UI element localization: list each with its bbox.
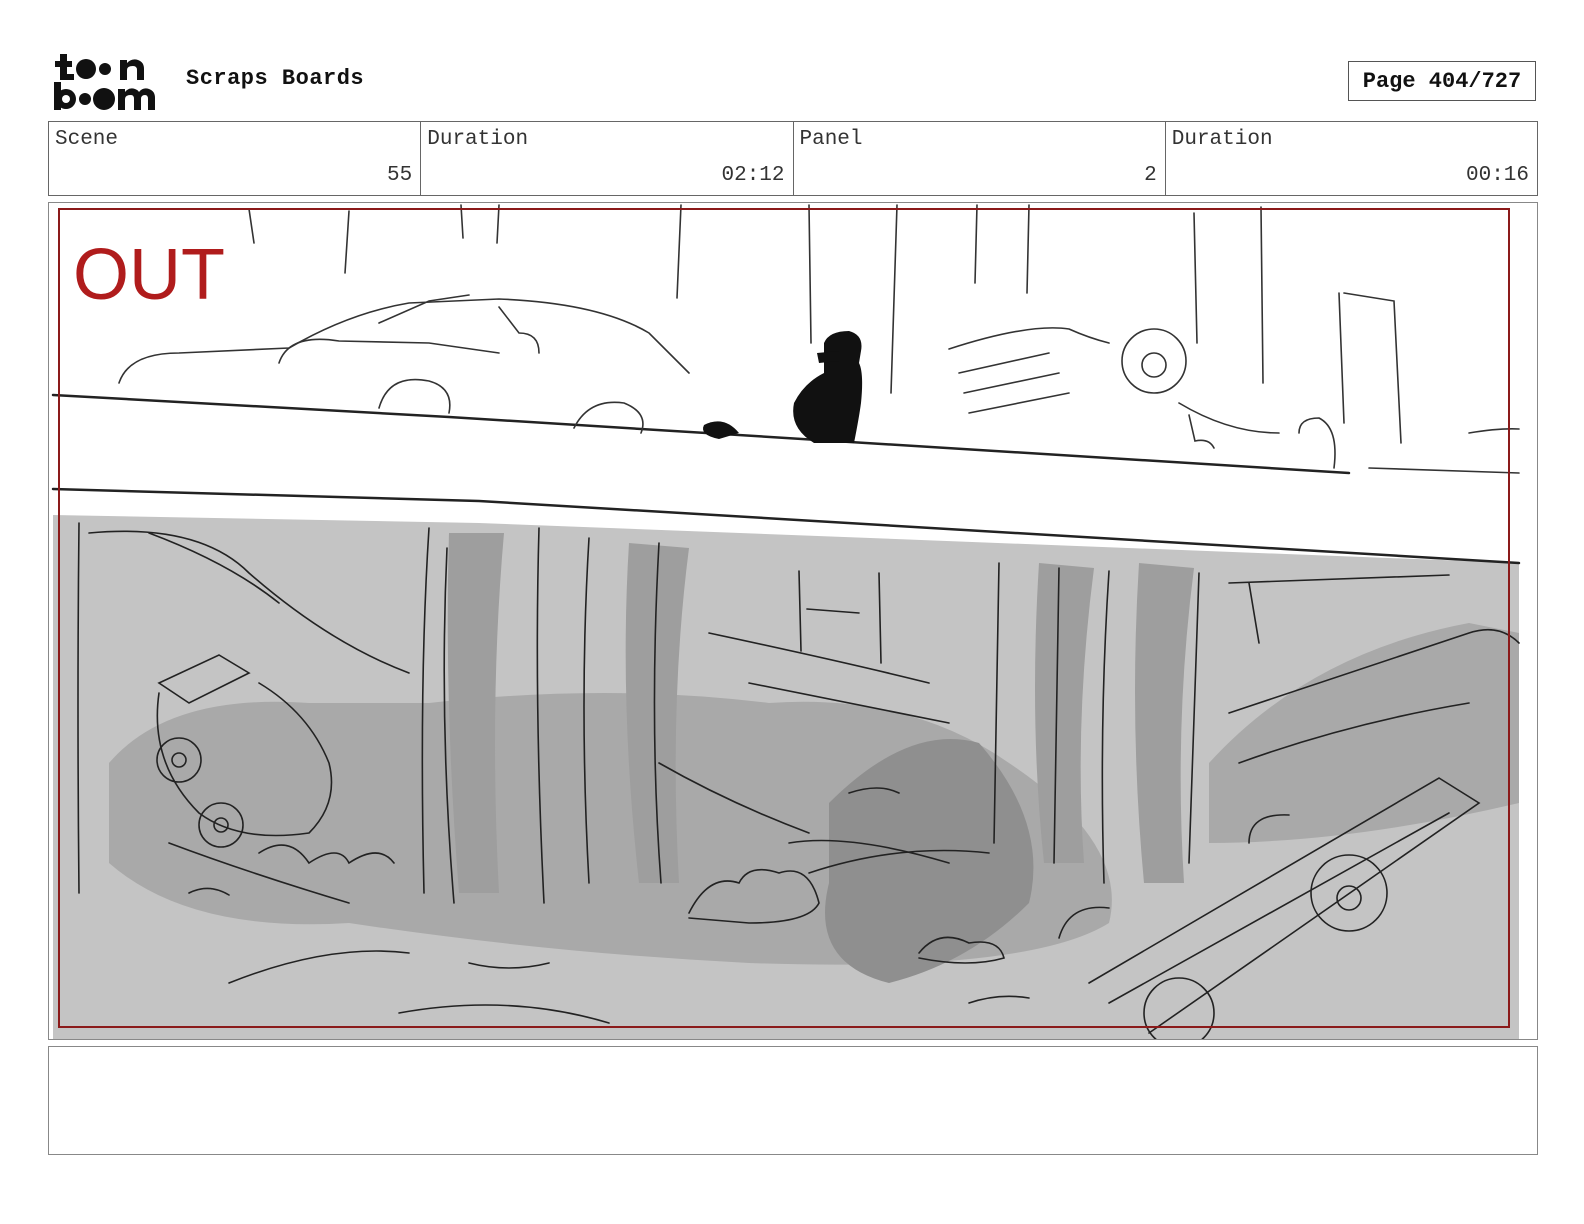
scene-duration-label: Duration bbox=[427, 128, 529, 151]
scene-cell: Scene 55 bbox=[49, 122, 422, 195]
project-title: Scraps Boards bbox=[186, 66, 365, 91]
panel-value: 2 bbox=[1144, 164, 1157, 187]
panel-cell: Panel 2 bbox=[794, 122, 1166, 195]
panel-drawing: OUT bbox=[51, 204, 1521, 1039]
toonboom-logo bbox=[52, 52, 164, 112]
overlay-text: OUT bbox=[73, 235, 225, 315]
scene-duration-value: 02:12 bbox=[721, 164, 785, 187]
panel-duration-label: Duration bbox=[1171, 128, 1273, 151]
info-row: Scene 55 Duration 02:12 Panel 2 Duration… bbox=[48, 121, 1538, 196]
panel-label: Panel bbox=[799, 128, 863, 151]
storyboard-panel: OUT bbox=[48, 202, 1538, 1040]
notes-box bbox=[48, 1046, 1538, 1155]
character-silhouette bbox=[703, 331, 863, 443]
scene-label: Scene bbox=[55, 128, 119, 151]
panel-duration-cell: Duration 00:16 bbox=[1166, 122, 1537, 195]
page-indicator: Page 404/727 bbox=[1348, 61, 1536, 101]
scene-duration-cell: Duration 02:12 bbox=[421, 122, 794, 195]
panel-duration-value: 00:16 bbox=[1465, 164, 1529, 187]
scene-value: 55 bbox=[387, 164, 413, 187]
